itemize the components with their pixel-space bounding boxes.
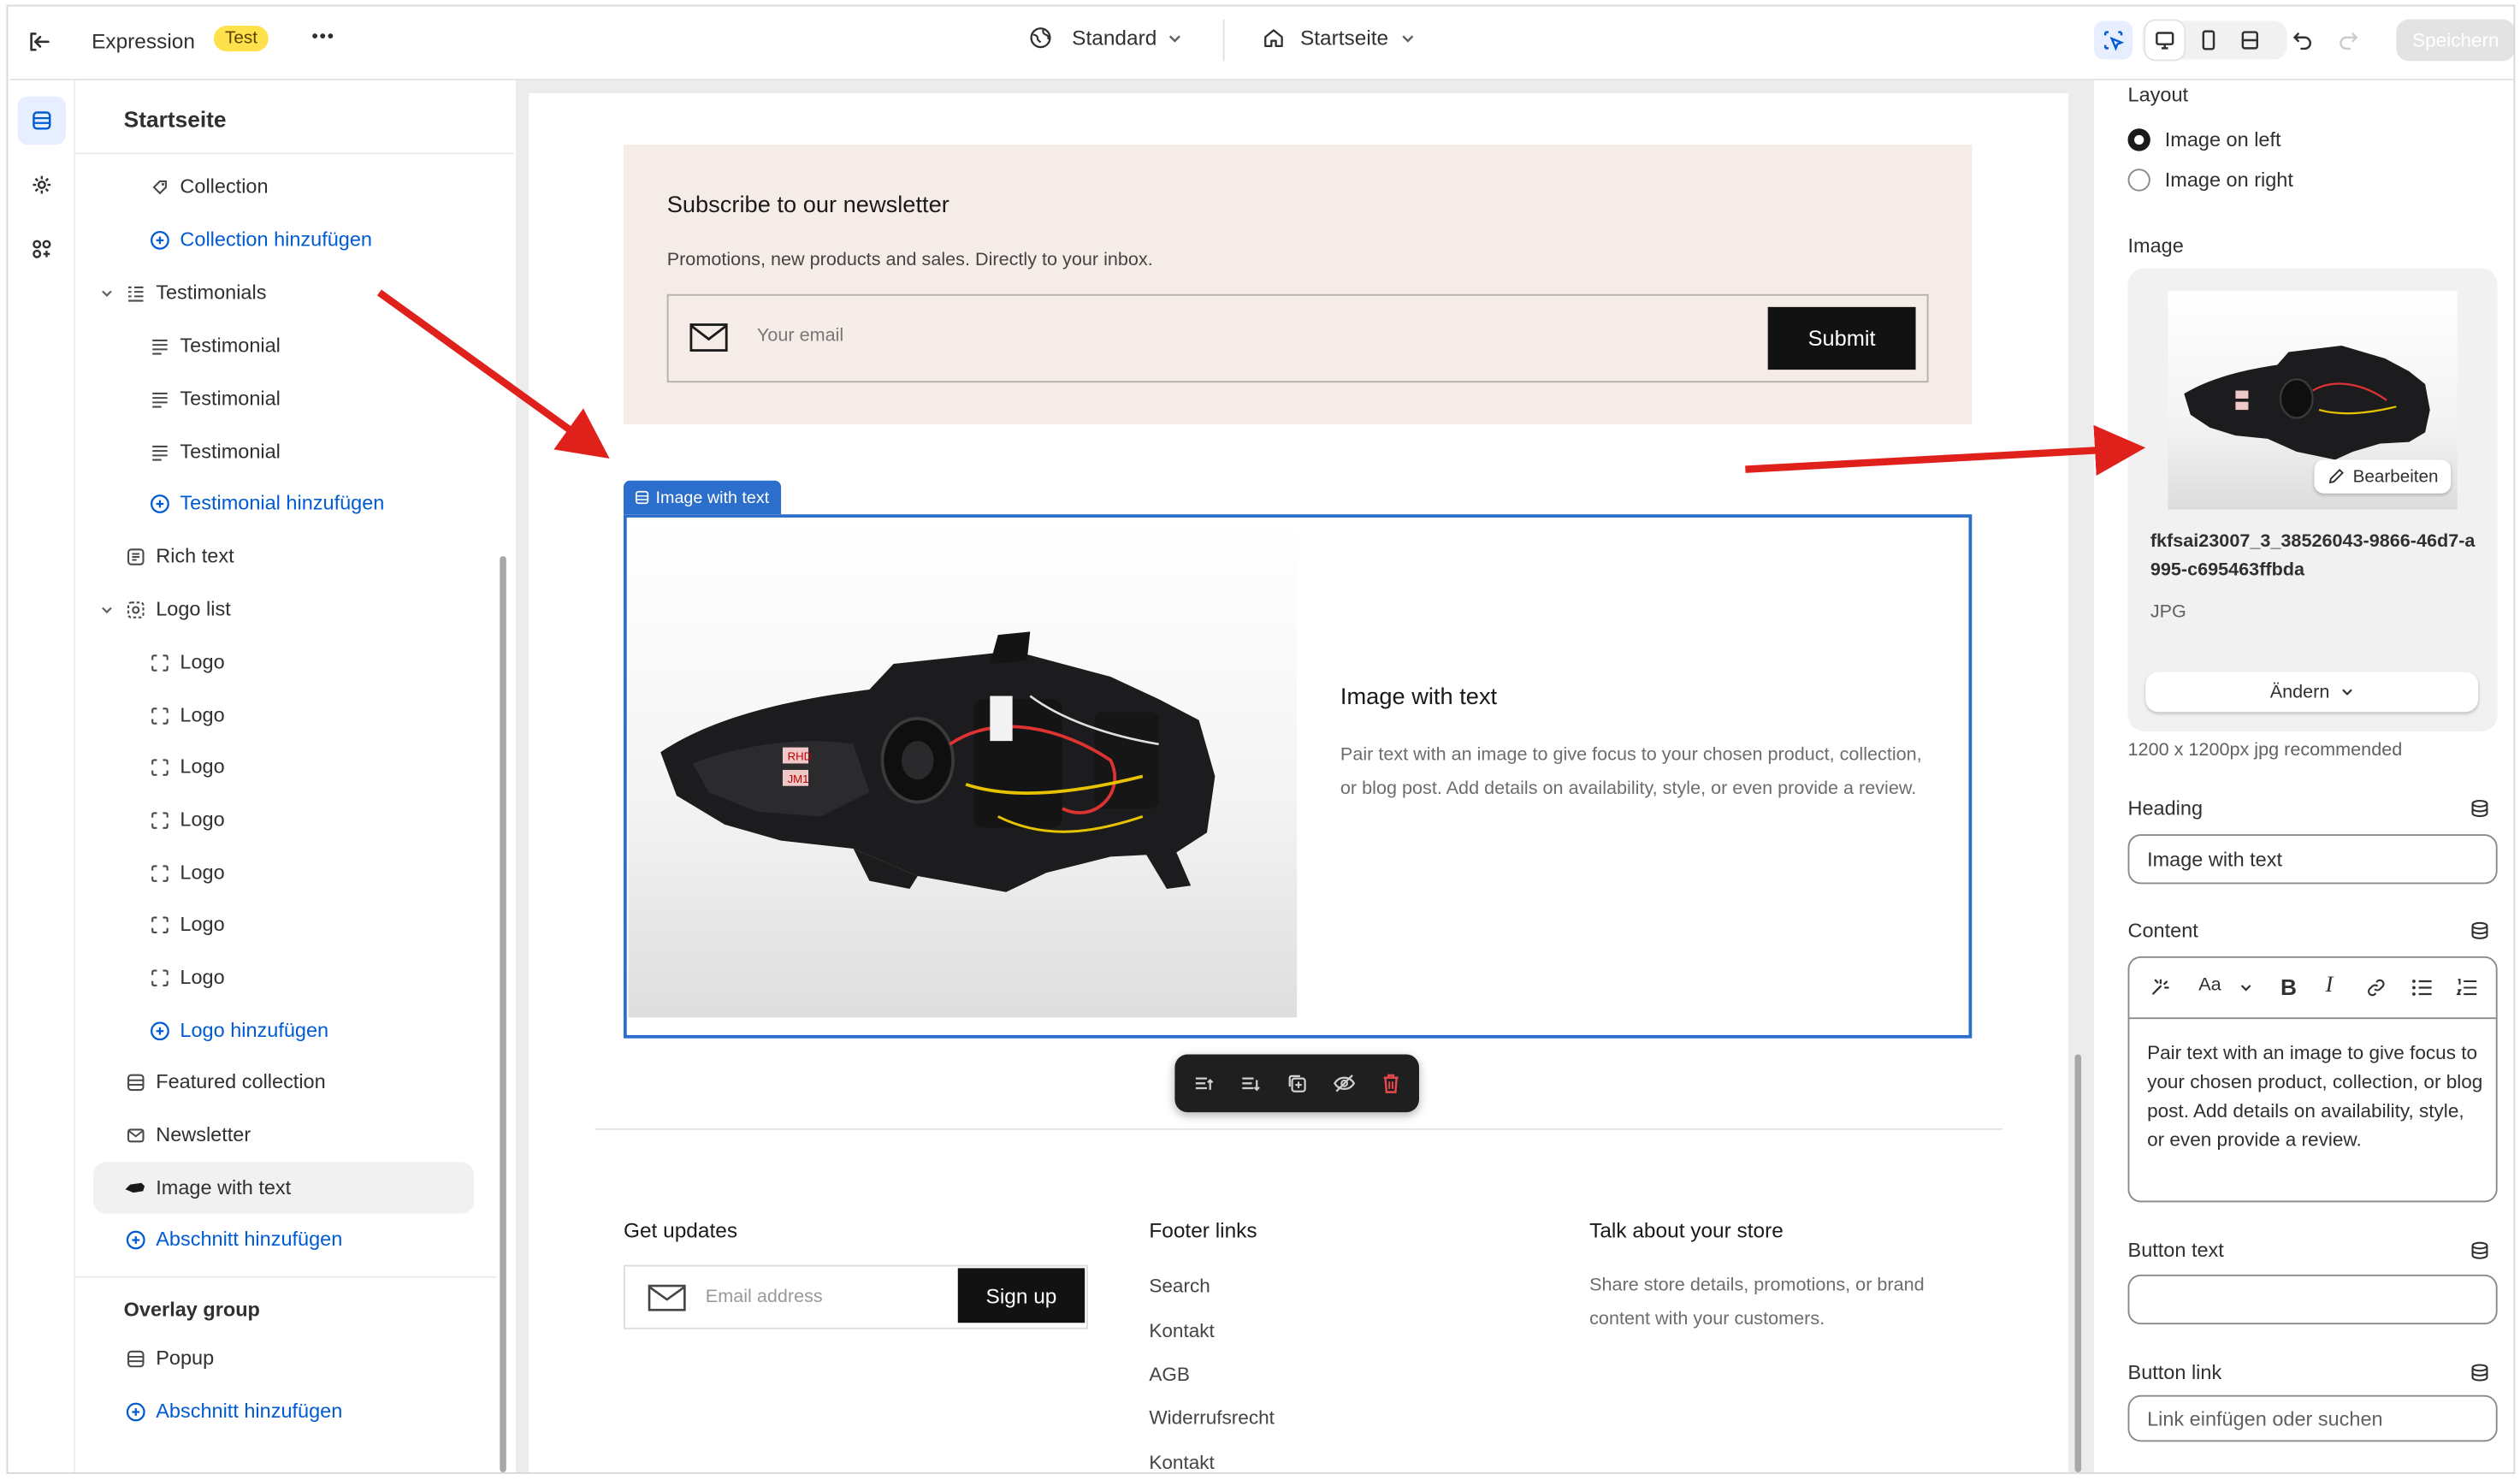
- annotation-arrows: [376, 289, 2146, 477]
- annotation-arrow-right: [1745, 424, 2146, 477]
- annotation-arrow-left: [376, 289, 610, 459]
